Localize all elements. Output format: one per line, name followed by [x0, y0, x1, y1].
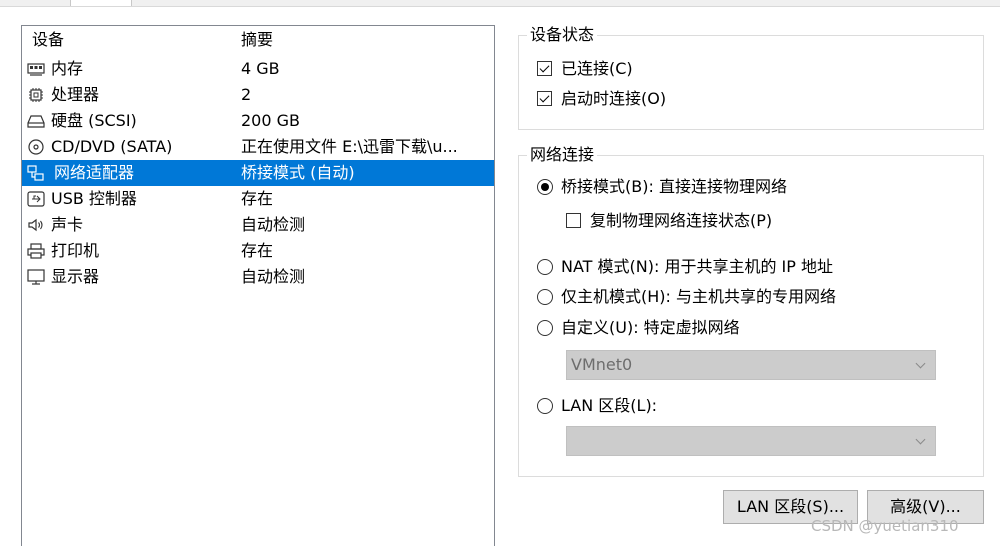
top-tab-strip — [0, 0, 1000, 7]
hard-disk-icon — [27, 115, 45, 128]
active-tab[interactable] — [70, 0, 132, 6]
device-summary: 200 GB — [241, 111, 300, 130]
device-row-memory[interactable]: 内存 4 GB — [22, 56, 494, 82]
network-adapter-icon — [27, 165, 44, 181]
checkbox-box[interactable] — [566, 213, 581, 228]
device-status-group: 设备状态 已连接(C) 启动时连接(O) — [518, 25, 984, 130]
display-icon — [27, 269, 45, 285]
checkbox-box[interactable] — [537, 91, 552, 106]
radio-circle[interactable] — [537, 398, 553, 414]
memory-icon — [27, 63, 45, 76]
processor-icon — [29, 88, 43, 102]
replicate-state-label: 复制物理网络连接状态(P) — [590, 211, 773, 230]
device-name: 显示器 — [51, 267, 100, 286]
device-row-printer[interactable]: 打印机 存在 — [22, 238, 494, 264]
custom-network-select[interactable]: VMnet0 — [566, 350, 936, 380]
network-connection-group: 网络连接 桥接模式(B): 直接连接物理网络 复制物理网络连接状态(P) NAT… — [518, 145, 984, 477]
device-summary: 桥接模式 (自动) — [241, 163, 355, 182]
printer-icon — [27, 243, 45, 259]
nat-label: NAT 模式(N): 用于共享主机的 IP 地址 — [561, 257, 834, 276]
device-row-processor[interactable]: 处理器 2 — [22, 82, 494, 108]
usb-icon — [27, 191, 45, 207]
device-name: 硬盘 (SCSI) — [51, 111, 137, 130]
device-row-cd-dvd[interactable]: CD/DVD (SATA) 正在使用文件 E:\迅雷下载\u... — [22, 134, 494, 160]
custom-label: 自定义(U): 特定虚拟网络 — [561, 318, 740, 337]
lan-segment-label: LAN 区段(L): — [561, 396, 658, 415]
custom-network-value: VMnet0 — [571, 355, 633, 374]
watermark: CSDN @yuetian310 — [811, 517, 959, 535]
device-name: 打印机 — [51, 241, 100, 260]
network-connection-title: 网络连接 — [527, 145, 598, 165]
device-list[interactable]: 设备 摘要 内存 4 GB 处理器 2 硬盘 (SCSI) 200 GB CD/… — [21, 25, 495, 546]
device-name: CD/DVD (SATA) — [51, 137, 173, 156]
host-only-label: 仅主机模式(H): 与主机共享的专用网络 — [561, 287, 836, 306]
device-row-hard-disk[interactable]: 硬盘 (SCSI) 200 GB — [22, 108, 494, 134]
radio-circle[interactable] — [537, 259, 553, 275]
checkbox-box[interactable] — [537, 61, 552, 76]
device-column-header[interactable]: 设备 — [32, 30, 64, 50]
device-summary: 2 — [241, 85, 252, 104]
device-summary: 存在 — [241, 241, 274, 260]
device-row-usb-controller[interactable]: USB 控制器 存在 — [22, 186, 494, 212]
device-summary: 自动检测 — [241, 267, 306, 286]
device-row-display[interactable]: 显示器 自动检测 — [22, 264, 494, 290]
connected-label: 已连接(C) — [561, 59, 633, 78]
radio-circle[interactable] — [537, 179, 553, 195]
connect-at-power-on-label: 启动时连接(O) — [561, 89, 667, 108]
device-name: 声卡 — [51, 215, 84, 234]
radio-circle[interactable] — [537, 320, 553, 336]
device-summary: 存在 — [241, 189, 274, 208]
chevron-down-icon — [915, 434, 926, 445]
device-summary: 正在使用文件 E:\迅雷下载\u... — [241, 137, 458, 156]
chevron-down-icon — [915, 358, 926, 369]
device-name: 内存 — [51, 59, 84, 78]
bridged-label: 桥接模式(B): 直接连接物理网络 — [561, 177, 787, 196]
device-row-sound-card[interactable]: 声卡 自动检测 — [22, 212, 494, 238]
device-name: 网络适配器 — [54, 163, 135, 182]
radio-circle[interactable] — [537, 289, 553, 305]
cd-dvd-icon — [28, 139, 44, 155]
device-row-network-adapter[interactable]: 网络适配器 桥接模式 (自动) — [22, 160, 494, 186]
device-summary: 自动检测 — [241, 215, 306, 234]
device-name: USB 控制器 — [51, 189, 137, 208]
summary-column-header[interactable]: 摘要 — [241, 30, 273, 50]
lan-segment-select[interactable] — [566, 426, 936, 456]
device-summary: 4 GB — [241, 59, 280, 78]
device-list-header: 设备 摘要 — [22, 26, 494, 54]
device-status-title: 设备状态 — [527, 25, 598, 45]
sound-card-icon — [28, 218, 43, 232]
device-name: 处理器 — [51, 85, 100, 104]
